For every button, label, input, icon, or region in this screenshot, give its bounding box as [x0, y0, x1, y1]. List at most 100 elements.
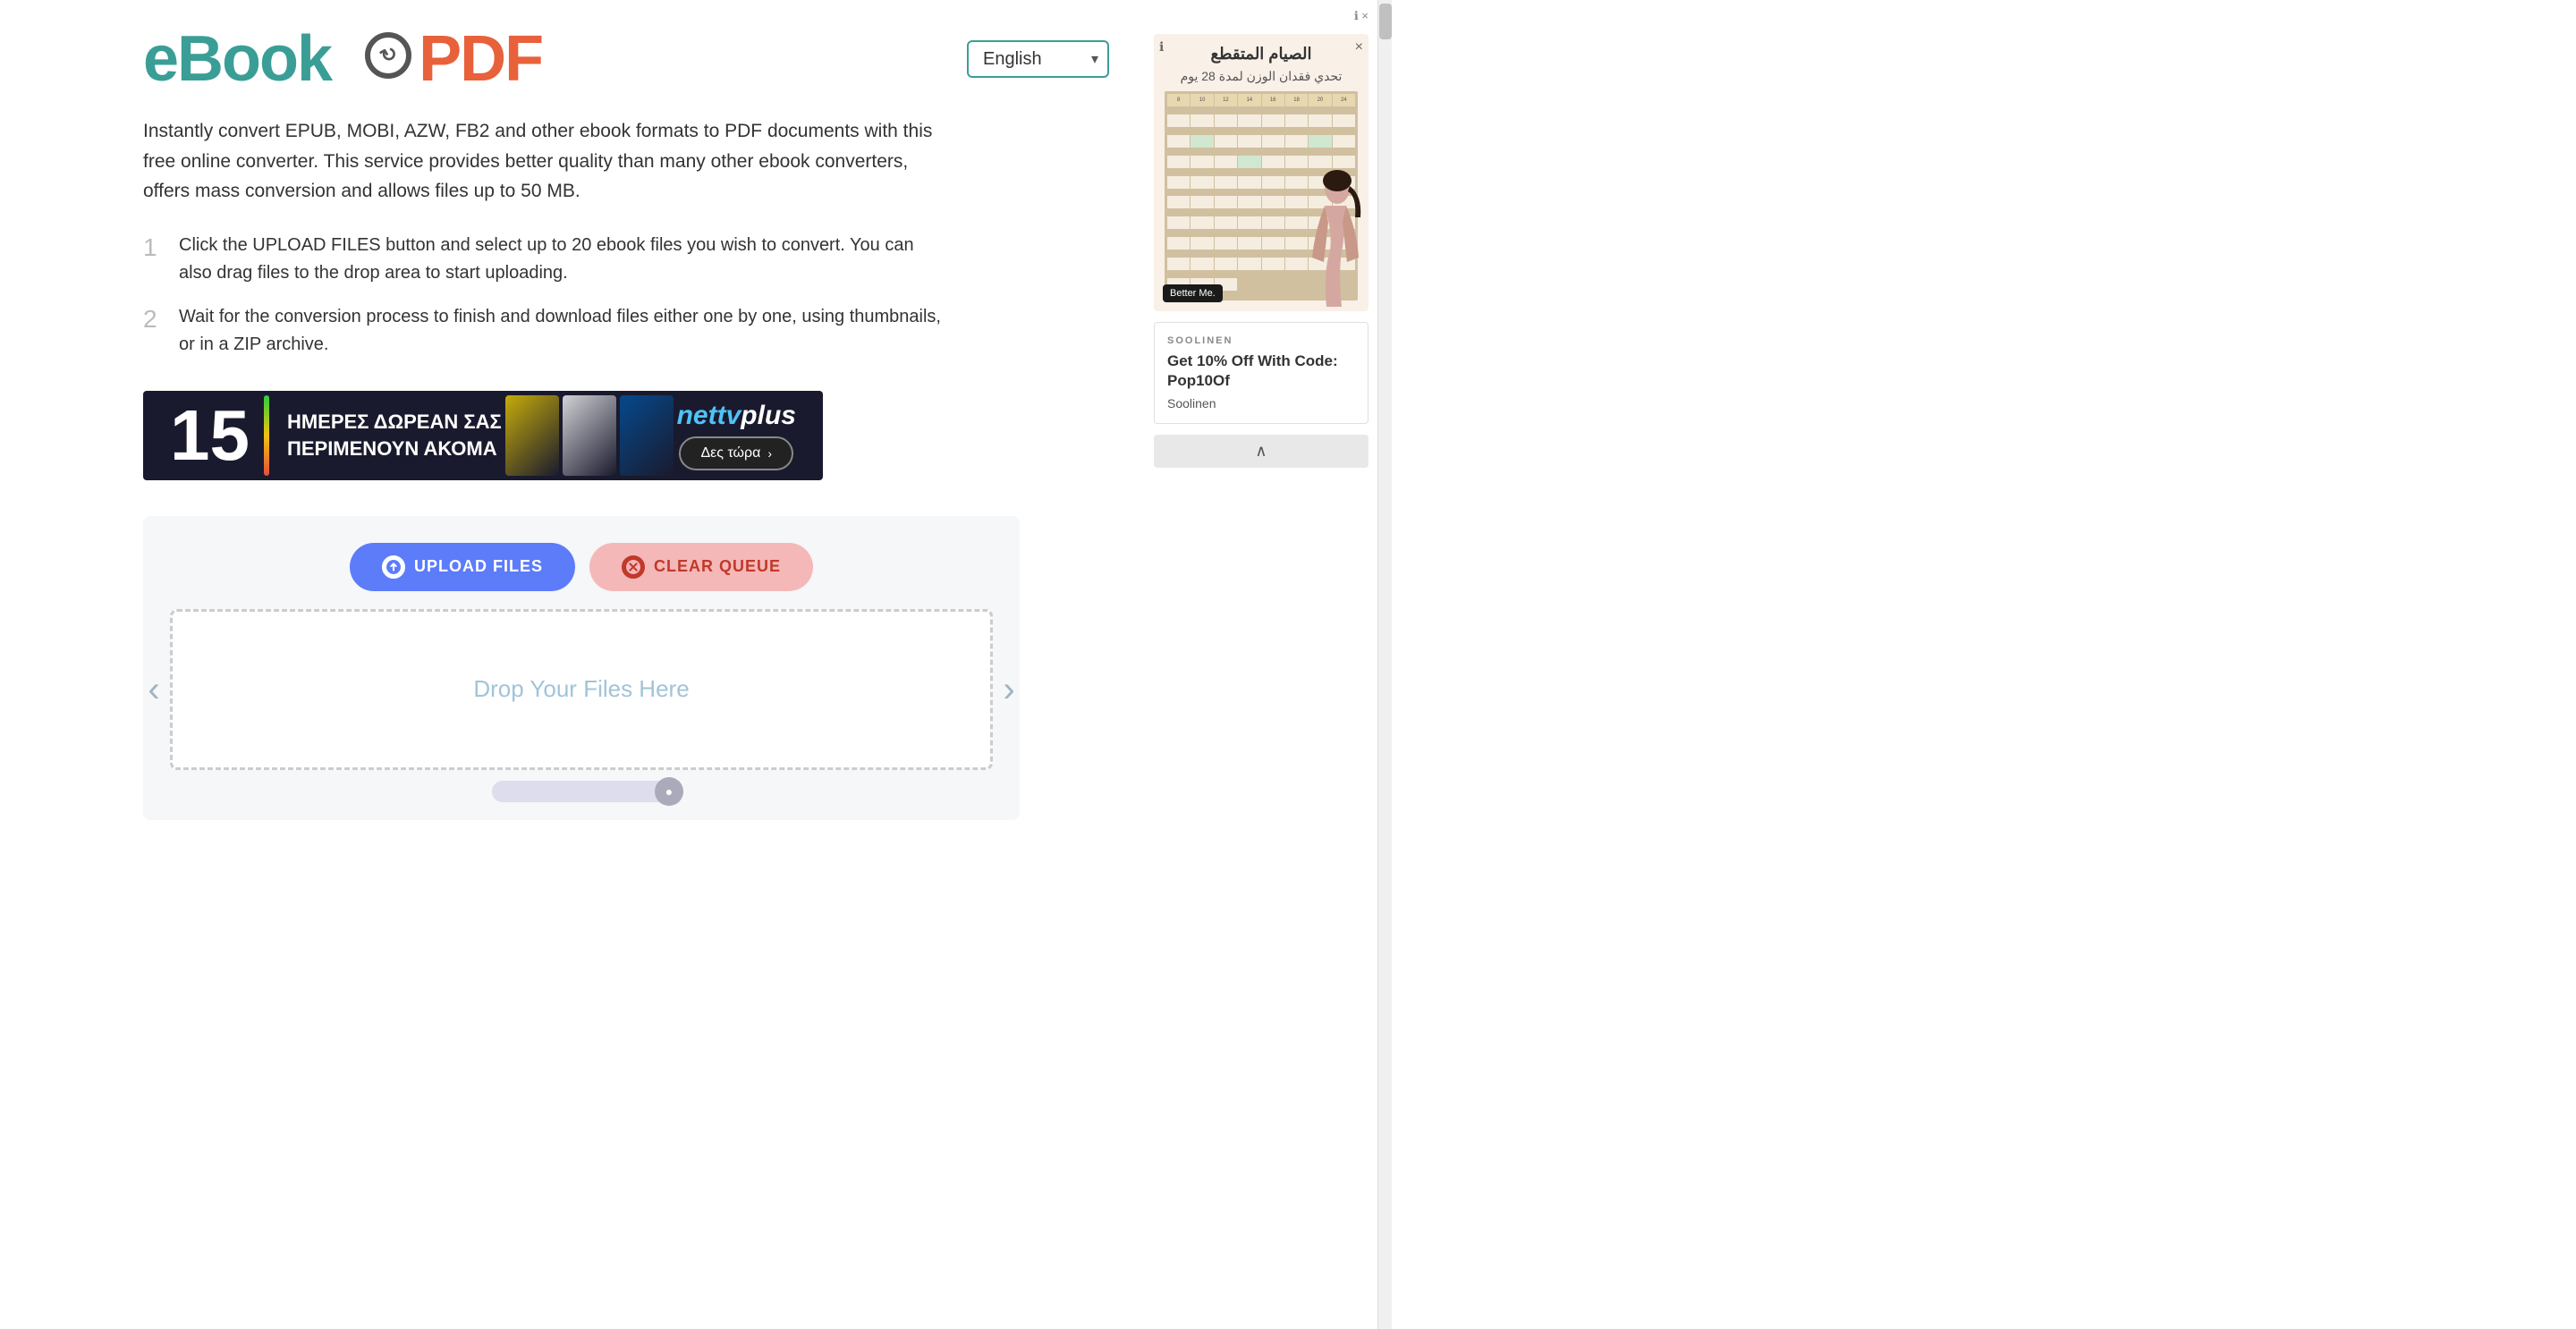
cal-cell [1215, 196, 1237, 208]
ad-sidebar-diet: ℹ × الصيام المتقطع تحدي فقدان الوزن لمدة… [1154, 34, 1368, 311]
cal-cell [1191, 156, 1213, 168]
ad-soccer-players [505, 395, 674, 476]
step-2-text: Wait for the conversion process to finis… [179, 303, 948, 359]
ad-diet-title-arabic: الصيام المتقطع [1211, 45, 1312, 63]
chevron-left-icon: ‹ [148, 670, 159, 709]
step-1-number: 1 [143, 232, 179, 262]
language-selector-wrapper[interactable]: English French German Spanish Italian Po… [967, 40, 1109, 78]
cal-cell [1238, 216, 1260, 229]
steps-list: 1 Click the UPLOAD FILES button and sele… [143, 232, 948, 359]
chevron-up-icon: ∧ [1255, 442, 1267, 460]
ad-info-icon[interactable]: ℹ × [1354, 9, 1368, 23]
logo-arrow-icon: ↻ [377, 43, 399, 67]
logo-icon: ↻ [365, 32, 411, 79]
clear-queue-label: CLEAR QUEUE [654, 557, 781, 576]
cal-cell [1167, 176, 1190, 189]
cal-cell [1333, 156, 1355, 168]
logo: eBook ↻ PDF [143, 27, 542, 91]
cal-cell [1215, 156, 1237, 168]
cal-cell [1262, 196, 1284, 208]
drop-zone-placeholder: Drop Your Files Here [473, 675, 689, 703]
cal-cell [1191, 237, 1213, 250]
clear-icon [622, 555, 645, 579]
ad-top-controls: ℹ × [1154, 9, 1368, 23]
progress-bar: ● [492, 781, 671, 802]
cal-cell [1215, 176, 1237, 189]
cal-cell [1167, 237, 1190, 250]
cal-cell [1238, 156, 1260, 168]
cal-cell [1238, 196, 1260, 208]
cal-cell [1167, 156, 1190, 168]
cal-cell [1285, 114, 1308, 127]
carousel-left-button[interactable]: ‹ [134, 670, 174, 709]
language-select[interactable]: English French German Spanish Italian Po… [967, 40, 1109, 78]
upload-files-label: UPLOAD FILES [414, 557, 543, 576]
promo-sub: Soolinen [1167, 396, 1355, 411]
logo-ebook: eBook [143, 27, 331, 91]
ad-diet-close-button[interactable]: × [1355, 39, 1363, 55]
cal-cell [1191, 176, 1213, 189]
carousel-right-button[interactable]: › [989, 670, 1029, 709]
cal-cell [1262, 216, 1284, 229]
ad-diet-subtitle-arabic: تحدي فقدان الوزن لمدة 28 يوم [1181, 69, 1343, 84]
scroll-up-button[interactable]: ∧ [1154, 435, 1368, 468]
cal-cell [1309, 114, 1331, 127]
upload-icon [382, 555, 405, 579]
chevron-right-icon: › [767, 446, 772, 461]
step-1-text: Click the UPLOAD FILES button and select… [179, 232, 948, 287]
ad-diet-info-button[interactable]: ℹ [1159, 39, 1164, 55]
ad-banner-line2: ΠΕΡΙΜΕΝΟΥΝ ΑΚΟΜΑ [287, 437, 502, 461]
cal-cell [1309, 156, 1331, 168]
cal-cell [1333, 114, 1355, 127]
ad-banner-horizontal: 15 ΗΜΕΡΕΣ ΔΩΡΕΑΝ ΣΑΣ ΠΕΡΙΜΕΝΟΥΝ ΑΚΟΜΑ [143, 391, 823, 480]
ad-betterme-badge: Better Me. [1163, 284, 1223, 302]
upload-files-button[interactable]: UPLOAD FILES [350, 543, 575, 591]
drop-zone[interactable]: Drop Your Files Here [170, 609, 993, 770]
ad-cta-button[interactable]: Δες τώρα › [679, 436, 793, 470]
cal-cell: 20 [1309, 94, 1331, 106]
cal-cell [1191, 114, 1213, 127]
cal-cell: 24 [1333, 94, 1355, 106]
cal-cell [1285, 135, 1308, 148]
cal-cell [1238, 176, 1260, 189]
progress-handle: ● [655, 777, 683, 806]
ad-promo-soolinen: SOOLINEN Get 10% Off With Code: Pop10Of … [1154, 322, 1368, 424]
cal-cell [1191, 258, 1213, 270]
ad-figure [1301, 168, 1368, 311]
chevron-right-icon: › [1003, 670, 1014, 709]
cal-cell [1215, 237, 1237, 250]
header: eBook ↻ PDF English French German Spanis… [143, 27, 1109, 91]
logo-pdf: PDF [419, 27, 542, 91]
upload-buttons-row: UPLOAD FILES CLEAR QUEUE [161, 543, 1002, 591]
cal-cell [1167, 216, 1190, 229]
cal-cell [1191, 196, 1213, 208]
description-text: Instantly convert EPUB, MOBI, AZW, FB2 a… [143, 116, 948, 207]
ad-brand-name: nettvplus [677, 401, 796, 431]
ad-brand-plus: plus [741, 401, 796, 430]
cal-cell: 10 [1191, 94, 1213, 106]
scrollbar[interactable] [1377, 0, 1392, 1329]
cal-cell: 16 [1262, 94, 1284, 106]
cal-cell: 18 [1285, 94, 1308, 106]
ad-brand-nettv: nettv [677, 401, 741, 430]
step-2: 2 Wait for the conversion process to fin… [143, 303, 948, 359]
cal-cell [1167, 114, 1190, 127]
ad-banner-line1: ΗΜΕΡΕΣ ΔΩΡΕΑΝ ΣΑΣ [287, 411, 502, 434]
ad-banner-number: 15 [170, 400, 250, 471]
ad-banner-soccer-area [505, 395, 674, 476]
cal-cell [1238, 135, 1260, 148]
clear-queue-button[interactable]: CLEAR QUEUE [589, 543, 813, 591]
cal-cell [1262, 176, 1284, 189]
cal-cell [1262, 258, 1284, 270]
logo-to [336, 27, 352, 91]
cal-cell [1238, 258, 1260, 270]
cal-cell [1333, 135, 1355, 148]
cal-cell [1262, 156, 1284, 168]
promo-brand: SOOLINEN [1167, 335, 1233, 346]
cal-cell [1191, 135, 1213, 148]
step-1: 1 Click the UPLOAD FILES button and sele… [143, 232, 948, 287]
scrollbar-thumb[interactable] [1379, 4, 1392, 39]
progress-area: ● [161, 781, 1002, 802]
cal-cell [1285, 156, 1308, 168]
cal-cell [1191, 216, 1213, 229]
